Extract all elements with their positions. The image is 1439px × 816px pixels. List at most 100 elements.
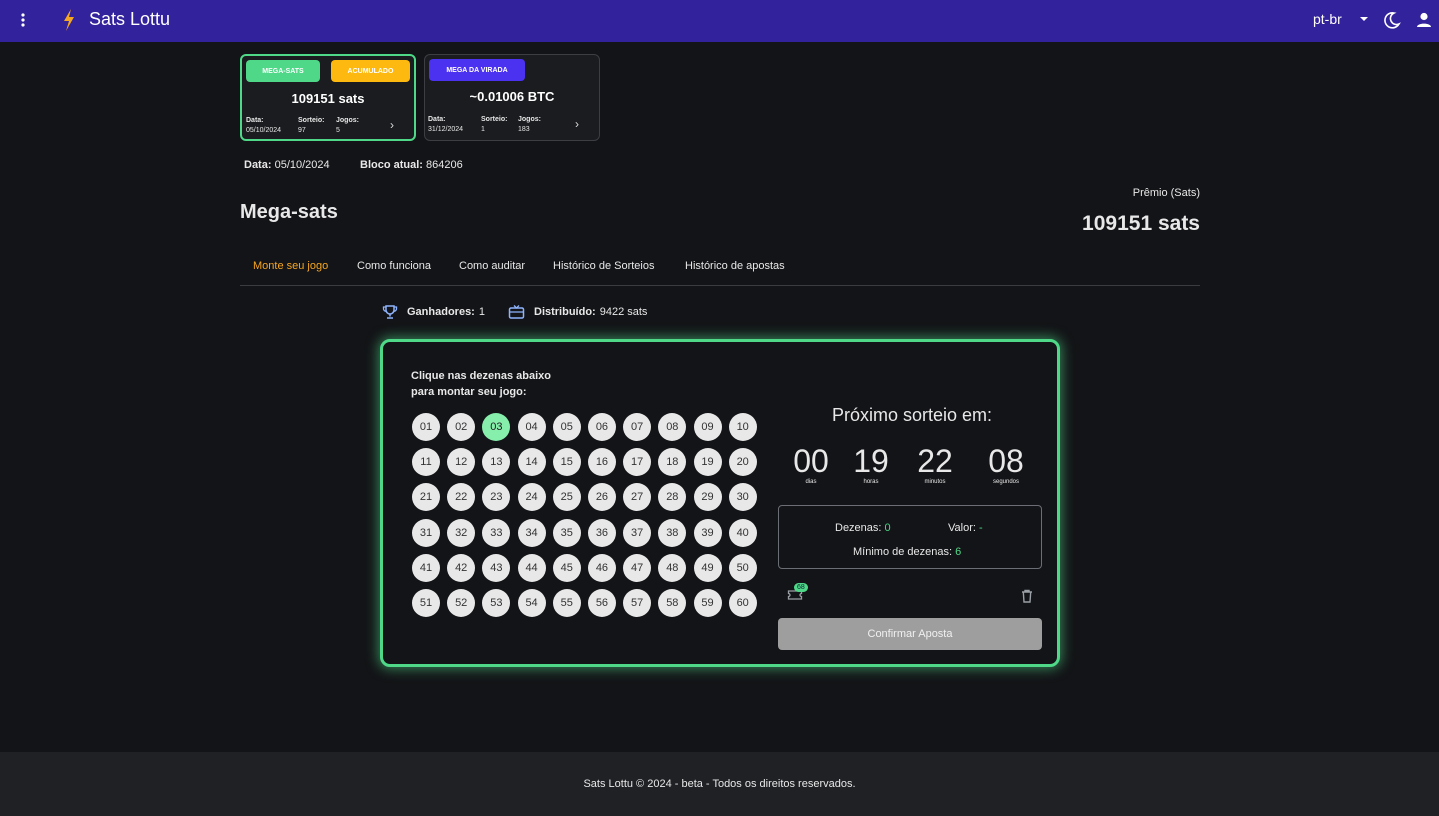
number-ball-60[interactable]: 60 bbox=[728, 588, 757, 617]
number-ball-37[interactable]: 37 bbox=[623, 518, 652, 547]
countdown-hours-label: horas bbox=[863, 479, 879, 485]
number-ball-50[interactable]: 50 bbox=[728, 553, 757, 582]
chevron-right-icon[interactable]: › bbox=[390, 118, 394, 132]
chevron-down-icon[interactable] bbox=[1357, 12, 1371, 31]
user-icon[interactable] bbox=[1414, 10, 1434, 35]
number-ball-27[interactable]: 27 bbox=[623, 483, 652, 512]
number-ball-02[interactable]: 02 bbox=[447, 413, 476, 441]
chevron-right-icon[interactable]: › bbox=[575, 117, 579, 131]
minimum-count: Mínimo de dezenas: 6 bbox=[853, 546, 961, 558]
tab-como-funciona[interactable]: Como funciona bbox=[357, 260, 431, 272]
card-date-value: 31/12/2024 bbox=[428, 126, 464, 133]
card-amount: ~0.01006 BTC bbox=[469, 89, 555, 104]
number-ball-14[interactable]: 14 bbox=[517, 448, 546, 477]
number-ball-17[interactable]: 17 bbox=[623, 448, 652, 477]
number-ball-42[interactable]: 42 bbox=[447, 553, 476, 582]
number-ball-29[interactable]: 29 bbox=[693, 483, 722, 512]
number-ball-57[interactable]: 57 bbox=[623, 588, 652, 617]
number-ball-23[interactable]: 23 bbox=[482, 483, 511, 512]
card-type-pill: MEGA-SATS bbox=[246, 60, 320, 82]
card-type-pill: MEGA DA VIRADA bbox=[429, 59, 525, 81]
number-ball-33[interactable]: 33 bbox=[482, 518, 511, 547]
page-title: Mega-sats bbox=[240, 201, 338, 223]
number-ball-34[interactable]: 34 bbox=[517, 518, 546, 547]
winners-label: Ganhadores: bbox=[407, 306, 475, 318]
number-ball-45[interactable]: 45 bbox=[552, 553, 581, 582]
countdown-minutes-value: 22 bbox=[917, 443, 953, 479]
number-ball-18[interactable]: 18 bbox=[658, 448, 687, 477]
tab-como-auditar[interactable]: Como auditar bbox=[459, 260, 525, 272]
distributed-label: Distribuído: bbox=[534, 306, 596, 318]
number-ball-41[interactable]: 41 bbox=[412, 553, 440, 582]
number-ball-31[interactable]: 31 bbox=[412, 518, 440, 547]
number-ball-04[interactable]: 04 bbox=[517, 413, 546, 441]
number-ball-52[interactable]: 52 bbox=[447, 588, 476, 617]
number-ball-58[interactable]: 58 bbox=[658, 588, 687, 617]
number-ball-59[interactable]: 59 bbox=[693, 588, 722, 617]
confirm-bet-button[interactable]: Confirmar Aposta bbox=[778, 618, 1042, 650]
moon-icon[interactable] bbox=[1382, 10, 1402, 35]
number-ball-54[interactable]: 54 bbox=[517, 588, 546, 617]
number-ball-40[interactable]: 40 bbox=[728, 518, 757, 547]
selected-count-label: Dezenas: bbox=[835, 522, 882, 534]
number-ball-06[interactable]: 06 bbox=[587, 413, 616, 441]
number-ball-03[interactable]: 03 bbox=[482, 413, 511, 441]
instructions: Clique nas dezenas abaixo para montar se… bbox=[411, 368, 571, 400]
number-ball-55[interactable]: 55 bbox=[552, 588, 581, 617]
number-ball-53[interactable]: 53 bbox=[482, 588, 511, 617]
countdown-seconds: 08 segundos bbox=[976, 443, 1036, 485]
number-ball-56[interactable]: 56 bbox=[587, 588, 616, 617]
number-ball-05[interactable]: 05 bbox=[552, 413, 581, 441]
number-ball-09[interactable]: 09 bbox=[693, 413, 722, 441]
card-games-value: 183 bbox=[518, 126, 530, 133]
number-ball-30[interactable]: 30 bbox=[728, 483, 757, 512]
more-vert-icon[interactable] bbox=[12, 9, 34, 31]
tab-historico-apostas[interactable]: Histórico de apostas bbox=[685, 260, 785, 272]
number-ball-36[interactable]: 36 bbox=[587, 518, 616, 547]
trophy-icon bbox=[382, 304, 398, 320]
number-ball-38[interactable]: 38 bbox=[658, 518, 687, 547]
number-ball-26[interactable]: 26 bbox=[587, 483, 616, 512]
trash-icon[interactable] bbox=[1021, 589, 1033, 608]
top-app-bar: Sats Lottu pt-br bbox=[0, 0, 1439, 42]
winners-stat: Ganhadores: 1 bbox=[382, 304, 485, 320]
number-grid: 01 02 03 04 05 06 07 08 09 10 11 12 13 14 15 16 17 18 19 20… bbox=[412, 413, 762, 624]
number-ball-08[interactable]: 08 bbox=[658, 413, 687, 441]
app-title[interactable]: Sats Lottu bbox=[89, 9, 170, 30]
card-date-label: Data: bbox=[246, 117, 264, 124]
number-ball-10[interactable]: 10 bbox=[728, 413, 757, 441]
number-ball-13[interactable]: 13 bbox=[482, 448, 511, 477]
number-ball-51[interactable]: 51 bbox=[412, 588, 440, 617]
number-ball-49[interactable]: 49 bbox=[693, 553, 722, 582]
language-select[interactable]: pt-br bbox=[1313, 11, 1342, 27]
number-ball-11[interactable]: 11 bbox=[412, 448, 440, 477]
number-ball-15[interactable]: 15 bbox=[552, 448, 581, 477]
number-ball-32[interactable]: 32 bbox=[447, 518, 476, 547]
distributed-value: 9422 sats bbox=[599, 306, 648, 318]
number-ball-16[interactable]: 16 bbox=[587, 448, 616, 477]
number-ball-43[interactable]: 43 bbox=[482, 553, 511, 582]
number-ball-44[interactable]: 44 bbox=[517, 553, 546, 582]
prize-value: 109151 sats bbox=[1082, 212, 1200, 235]
number-ball-12[interactable]: 12 bbox=[447, 448, 476, 477]
tab-monte-seu-jogo[interactable]: Monte seu jogo bbox=[253, 260, 328, 272]
number-ball-01[interactable]: 01 bbox=[412, 413, 440, 441]
number-ball-07[interactable]: 07 bbox=[623, 413, 652, 441]
number-ball-25[interactable]: 25 bbox=[552, 483, 581, 512]
number-ball-24[interactable]: 24 bbox=[517, 483, 546, 512]
number-ball-39[interactable]: 39 bbox=[693, 518, 722, 547]
number-ball-48[interactable]: 48 bbox=[658, 553, 687, 582]
countdown-hours-value: 19 bbox=[853, 443, 889, 479]
number-ball-22[interactable]: 22 bbox=[447, 483, 476, 512]
lottery-card-mega-da-virada[interactable]: MEGA DA VIRADA ~0.01006 BTC Data: 31/12/2… bbox=[424, 54, 600, 141]
number-ball-20[interactable]: 20 bbox=[728, 448, 757, 477]
number-ball-28[interactable]: 28 bbox=[658, 483, 687, 512]
number-ball-35[interactable]: 35 bbox=[552, 518, 581, 547]
lottery-card-mega-sats[interactable]: MEGA-SATS ACUMULADO 109151 sats Data: 05/… bbox=[240, 54, 416, 141]
number-ball-46[interactable]: 46 bbox=[587, 553, 616, 582]
tab-historico-sorteios[interactable]: Histórico de Sorteios bbox=[553, 260, 655, 272]
number-ball-21[interactable]: 21 bbox=[412, 483, 440, 512]
card-games-label: Jogos: bbox=[336, 117, 359, 124]
number-ball-19[interactable]: 19 bbox=[693, 448, 722, 477]
number-ball-47[interactable]: 47 bbox=[623, 553, 652, 582]
